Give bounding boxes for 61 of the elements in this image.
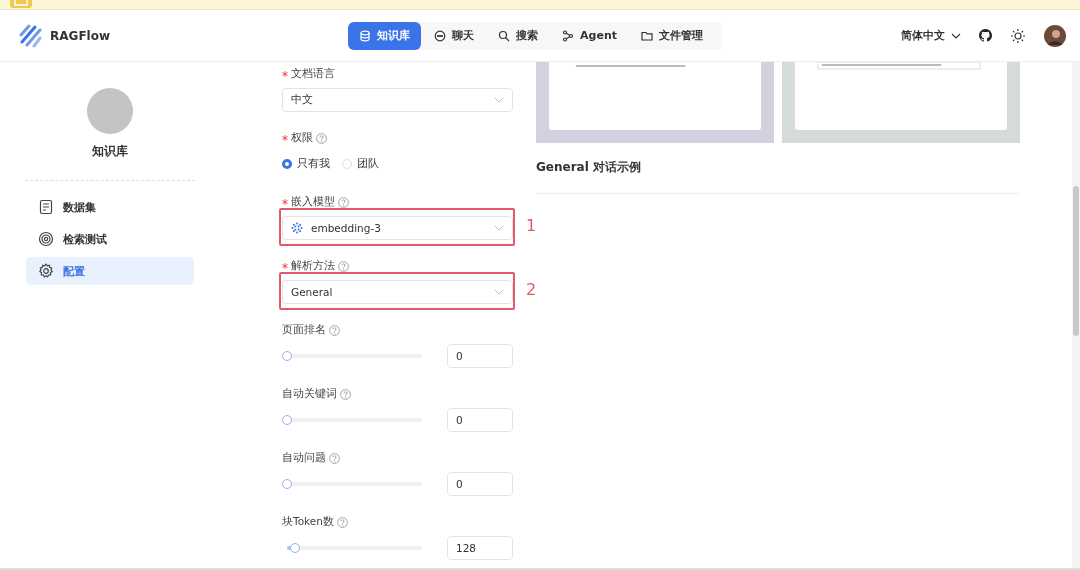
nav-tab[interactable]: 聊天 — [423, 21, 486, 50]
help-icon — [338, 196, 349, 208]
radio-option[interactable]: 团队 — [342, 157, 379, 171]
avatar-placeholder — [87, 88, 133, 134]
annotation-number: 1 — [526, 216, 537, 235]
number-input[interactable]: 0 — [447, 472, 513, 496]
number-input[interactable]: 0 — [447, 344, 513, 368]
help-icon — [316, 132, 327, 144]
nodes-icon — [562, 29, 575, 42]
sidebar-item[interactable]: 检索测试 — [26, 225, 194, 253]
github-icon[interactable] — [979, 29, 992, 42]
chevron-down-icon — [494, 95, 504, 105]
sidebar-item[interactable]: 数据集 — [26, 193, 194, 221]
help-icon — [329, 452, 340, 464]
help-icon — [329, 324, 340, 336]
field-label: 文档语言 — [291, 67, 335, 81]
sidebar-title: 知识库 — [92, 143, 128, 160]
chevron-down-icon — [494, 223, 504, 233]
radio-option[interactable]: 只有我 — [282, 157, 330, 171]
select-field[interactable]: 中文 — [282, 88, 513, 112]
sidebar-item[interactable]: 配置 — [26, 257, 194, 285]
scrollbar-thumb[interactable] — [1073, 186, 1079, 336]
annotation-number: 2 — [526, 280, 537, 299]
required-icon — [282, 135, 288, 141]
folder-icon — [640, 29, 653, 42]
help-icon — [340, 388, 351, 400]
required-icon — [282, 199, 288, 205]
settings-icon — [38, 263, 54, 279]
number-input[interactable]: 0 — [447, 408, 513, 432]
app-name: RAGFlow — [50, 28, 111, 43]
chat-icon — [434, 29, 447, 42]
nav-tab[interactable]: Agent — [551, 21, 628, 50]
nav-tab[interactable]: 知识库 — [348, 21, 422, 50]
database-icon — [359, 29, 372, 42]
select-field[interactable]: General — [282, 280, 513, 304]
avatar[interactable] — [1044, 24, 1066, 47]
document-icon — [38, 199, 54, 215]
nav-tab[interactable]: 搜索 — [487, 21, 550, 50]
field-label: 权限 — [291, 131, 313, 145]
logo-icon — [18, 23, 42, 48]
section-heading: General 对话示例 — [536, 159, 642, 176]
required-icon — [282, 263, 288, 269]
select-field[interactable]: embedding-3 — [282, 216, 513, 240]
search-icon — [498, 29, 511, 42]
help-icon — [336, 516, 348, 528]
field-label: 嵌入模型 — [291, 195, 335, 209]
number-input[interactable]: 128 — [447, 536, 513, 560]
model-icon — [291, 222, 303, 234]
field-label: 自动问题 — [282, 451, 326, 465]
target-icon — [38, 231, 54, 247]
field-label: 页面排名 — [282, 323, 326, 337]
required-icon — [282, 71, 288, 77]
language-select[interactable]: 简体中文 — [901, 28, 961, 43]
field-label: 块Token数 — [282, 515, 334, 529]
chevron-down-icon — [494, 287, 504, 297]
sun-icon[interactable] — [1010, 27, 1026, 44]
field-label: 自动关键词 — [282, 387, 337, 401]
nav-tab[interactable]: 文件管理 — [629, 21, 714, 50]
field-label: 解析方法 — [291, 259, 335, 273]
help-icon — [338, 260, 349, 272]
warning-icon — [10, 0, 32, 8]
